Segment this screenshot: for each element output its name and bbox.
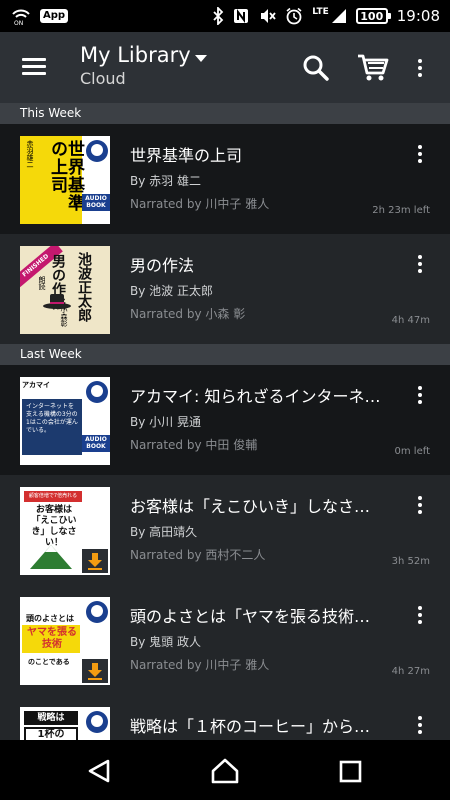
download-icon [88,553,102,570]
back-button[interactable] [82,754,116,788]
book-cover: 顧客倍増で7倍売れる お客様は「えこひいき」しなさい！ [20,487,110,575]
book-cover: FINISHED 池波正太郎 男の作法 朗読 小森彰 [20,246,110,334]
page-subtitle: Cloud [80,69,126,88]
app-bar: My Library Cloud [0,32,450,103]
book-time-remaining: 2h 23m left [372,205,430,216]
search-icon [303,55,329,81]
book-title: アカマイ: 知られざるインターネットの巨人 [130,387,385,406]
book-item[interactable]: 戦略は 1杯の 戦略は「１杯のコーヒー」から学べ！ [0,695,450,740]
book-narrator: Narrated by 小森 彰 [130,307,246,321]
book-author: By 赤羽 雄二 [130,174,201,188]
book-narrator: Narrated by 川中子 雅人 [130,658,270,672]
cover-author: 赤羽雄二 [26,140,34,168]
library-filter-dropdown[interactable]: My Library Cloud [80,41,207,89]
download-button[interactable] [82,659,108,683]
book-author: By 小川 晃通 [130,415,201,429]
cover-title-line1: 戦略は [24,711,78,725]
cart-button[interactable] [356,51,390,83]
book-item[interactable]: アカマイ インターネットを支える機構の3分の1はこの会社が運んでいる。 AUDI… [0,365,450,475]
book-cover: 頭のよさとは ヤマを張る技術 のことである [20,597,110,685]
menu-icon [22,58,46,61]
vibrate-mute-icon [258,7,276,25]
chevron-down-icon [194,54,207,62]
kadokawa-logo-icon [86,140,108,162]
system-navigation-bar [0,740,450,800]
cover-title-line3: のことである [28,658,70,666]
book-narrator: Narrated by 川中子 雅人 [130,197,270,211]
book-title: 世界基準の上司 [130,146,243,165]
alarm-icon [285,7,303,25]
more-vert-icon[interactable] [412,709,428,740]
nfc-icon [233,8,249,24]
cart-icon [358,54,389,81]
book-narrator: Narrated by 西村不二人 [130,548,266,562]
cover-blurb: インターネットを支える機構の3分の1はこの会社が運んでいる。 [26,403,78,434]
book-duration: 4h 27m [391,666,430,677]
search-button[interactable] [300,52,332,84]
kadokawa-logo-icon [86,711,108,733]
cover-title: 世界基準の上司 [47,140,84,212]
book-cover: 世界基準の上司 赤羽雄二 AUDIO BOOK [20,136,110,224]
book-cover: 戦略は 1杯の [20,707,110,740]
battery-level: 100 [360,9,384,23]
book-cover: アカマイ インターネットを支える機構の3分の1はこの会社が運んでいる。 AUDI… [20,377,110,465]
book-item[interactable]: 頭のよさとは ヤマを張る技術 のことである 頭のよさとは「ヤマを張る技術」のこと… [0,585,450,695]
book-author: By 鬼頭 政人 [130,635,201,649]
battery-indicator: 100 [355,8,391,24]
back-icon [88,759,110,783]
clock: 19:08 [396,7,440,25]
kadokawa-logo-icon [86,601,108,623]
book-item[interactable]: 世界基準の上司 赤羽雄二 AUDIO BOOK 世界基準の上司 By 赤羽 雄二… [0,124,450,234]
book-time-remaining: 0m left [394,446,430,457]
book-title: 頭のよさとは「ヤマを張る技術」のことである [130,607,385,626]
book-author: By 池波 正太郎 [130,284,213,298]
download-icon [88,663,102,680]
audio-book-badge: AUDIO BOOK [82,194,110,211]
book-item[interactable]: 顧客倍増で7倍売れる お客様は「えこひいき」しなさい！ お客様は「えこひいき」し… [0,475,450,585]
signal-icon: LTE [312,8,347,24]
section-header-this-week: This Week [0,103,450,124]
audio-book-badge: AUDIO BOOK [82,435,110,452]
book-item[interactable]: FINISHED 池波正太郎 男の作法 朗読 小森彰 男の作法 By 池波 正太… [0,234,450,344]
book-title: 男の作法 [130,256,195,275]
mountain-icon [30,545,72,569]
cover-banner: 顧客倍増で7倍売れる [24,491,82,502]
more-vert-icon[interactable] [412,379,428,411]
download-button[interactable] [82,549,108,573]
cover-title-line2: ヤマを張る技術 [27,627,77,650]
book-title: お客様は「えこひいき」しなさい！ [130,497,385,516]
wifi-calling-icon: ON [10,6,32,26]
more-vert-icon[interactable] [412,248,428,280]
more-vert-icon[interactable] [410,52,430,84]
bluetooth-icon [212,7,224,25]
home-button[interactable] [208,754,242,788]
kadokawa-logo-icon [86,381,108,403]
app-notification-badge: App [40,9,69,23]
cover-reading-label: 朗読 [38,276,46,290]
recents-icon [339,760,362,783]
status-bar: ON App LTE 100 19:08 [0,0,450,32]
cover-title-line2: 1杯の [24,727,78,740]
svg-text:ON: ON [14,20,23,26]
more-vert-icon[interactable] [412,489,428,521]
book-duration: 3h 52m [391,556,430,567]
book-author: By 高田靖久 [130,525,198,539]
home-icon [211,758,239,784]
cover-title-line1: 頭のよさとは [26,614,74,623]
more-vert-icon[interactable] [412,599,428,631]
recents-button[interactable] [334,754,368,788]
book-narrator: Narrated by 中田 俊輔 [130,438,258,452]
cover-title: アカマイ [22,381,50,389]
page-title: My Library [80,43,191,67]
lte-label: LTE [312,7,329,17]
book-title: 戦略は「１杯のコーヒー」から学べ！ [130,717,385,736]
cover-author: 池波正太郎 [76,252,92,322]
more-vert-icon[interactable] [412,138,428,170]
hat-icon [43,294,71,309]
book-duration: 4h 47m [391,315,430,326]
section-header-last-week: Last Week [0,344,450,365]
menu-button[interactable] [16,52,52,82]
